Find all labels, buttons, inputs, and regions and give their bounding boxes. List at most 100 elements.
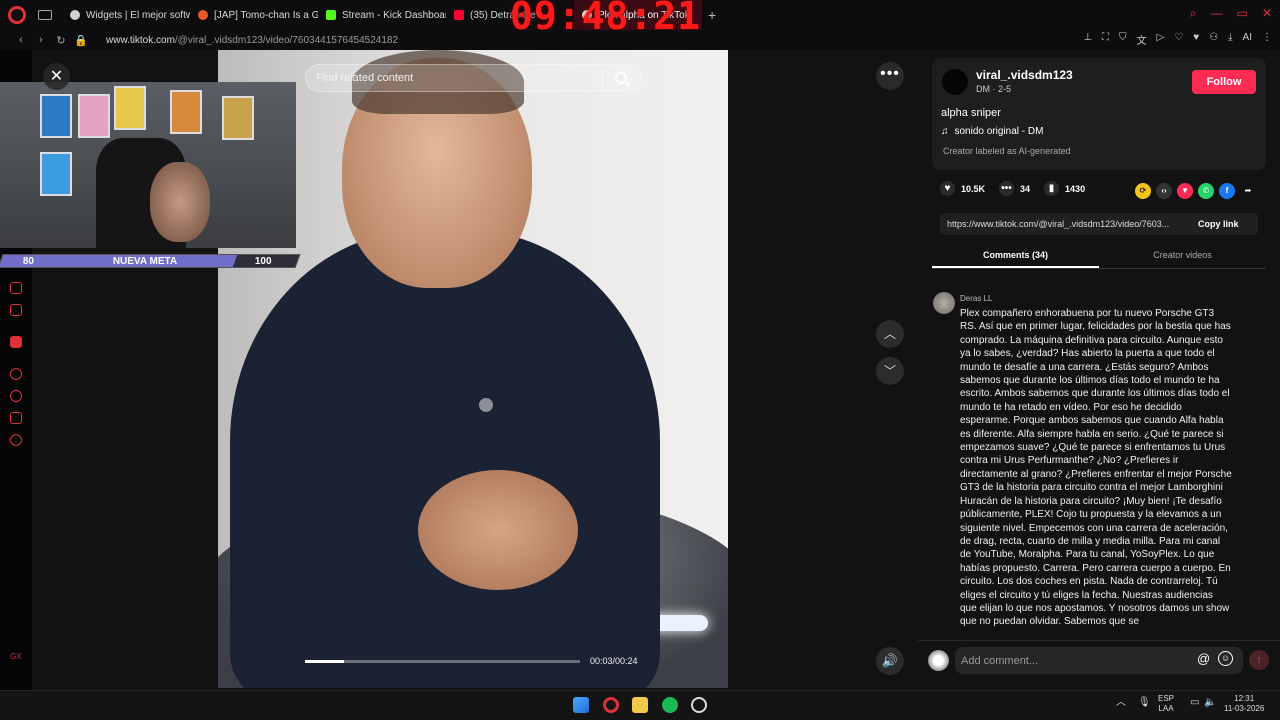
tab-kick[interactable]: Stream - Kick Dashboard: [318, 0, 446, 30]
gx-icon[interactable]: GX: [10, 652, 22, 661]
goal-label: NUEVA META: [113, 255, 178, 267]
sidebar-settings-icon[interactable]: [10, 434, 22, 446]
search-icon[interactable]: [615, 72, 627, 84]
video-progress-fill: [305, 660, 344, 663]
address-bar-icons: ⊥ ⛶ ⛉ 文 ▷ ♡ ♥ ⚇ ⤓ AI ⋮: [1083, 32, 1272, 47]
url-host: www.tiktok.com: [106, 34, 175, 46]
url-field[interactable]: www.tiktok.com/@viral_.vidsdm123/video/7…: [106, 35, 398, 46]
repost-icon[interactable]: ⟳: [1135, 183, 1151, 199]
forward-icon[interactable]: ›: [32, 34, 50, 46]
like-count: 10.5K: [961, 183, 986, 194]
comment-bubble-icon: •••: [999, 181, 1015, 196]
download-icon[interactable]: ⤓: [1228, 32, 1232, 47]
tab-anime[interactable]: [JAP] Tomo-chan Is a Girl: [190, 0, 318, 30]
back-icon[interactable]: ‹: [12, 34, 30, 46]
creator-subtitle: DM · 2-5: [976, 84, 1012, 94]
sound-link[interactable]: ♫ sonido original - DM: [941, 126, 1043, 137]
window-controls: ⌕ — ▭ ✕: [1190, 6, 1272, 21]
creator-username[interactable]: viral_.vidsdm123: [976, 68, 1073, 82]
mention-icon[interactable]: @: [1197, 651, 1210, 666]
creator-avatar[interactable]: [942, 69, 968, 95]
tab-comments[interactable]: Comments (34): [932, 245, 1099, 268]
tab-widgets[interactable]: Widgets | El mejor software: [62, 0, 190, 30]
close-icon[interactable]: ✕: [43, 63, 70, 90]
hoodie-button-shape: [479, 398, 493, 412]
language-indicator[interactable]: ESP LAA: [1158, 694, 1174, 714]
opera-gx-taskbar-icon[interactable]: [603, 697, 619, 713]
speaker-icon[interactable]: 🔈: [1204, 698, 1216, 708]
sidebar-messenger-icon[interactable]: [10, 282, 22, 294]
next-video-icon[interactable]: ﹀: [876, 357, 904, 385]
minimize-icon[interactable]: —: [1211, 6, 1223, 21]
microphone-icon[interactable]: 🎙: [1138, 698, 1151, 708]
search-input[interactable]: [316, 72, 596, 84]
share-link[interactable]: https://www.tiktok.com/@viral_.vidsdm123…: [947, 219, 1192, 229]
opera-logo-icon[interactable]: [8, 6, 26, 24]
goal-end: 100: [255, 255, 272, 267]
embed-icon[interactable]: ‹›: [1156, 183, 1172, 199]
windows-start-icon[interactable]: [573, 697, 589, 713]
comment-avatar[interactable]: [933, 292, 955, 314]
pin-icon[interactable]: ⊥: [1083, 32, 1092, 47]
steam-icon[interactable]: [691, 697, 707, 713]
snapshot-icon[interactable]: ⛶: [1102, 32, 1109, 47]
video-progress-bar[interactable]: [305, 660, 580, 663]
tab-label: [JAP] Tomo-chan Is a Girl: [214, 9, 318, 21]
comment-author[interactable]: Deras LL: [960, 294, 992, 303]
whatsapp-icon[interactable]: ✆: [1198, 183, 1214, 199]
facebook-icon[interactable]: f: [1219, 183, 1235, 199]
tab-label: Widgets | El mejor software: [86, 9, 190, 21]
poster-shape: [222, 96, 254, 140]
sidebar-instagram-icon[interactable]: [10, 304, 22, 316]
spotify-icon[interactable]: [662, 697, 678, 713]
emoji-icon[interactable]: ☺: [1218, 651, 1233, 666]
heart-icon[interactable]: ♡: [1174, 32, 1183, 47]
play-icon[interactable]: ▷: [1157, 32, 1165, 47]
network-icon[interactable]: ▭: [1190, 698, 1199, 708]
video-search-box[interactable]: [305, 64, 642, 92]
poster-shape: [40, 152, 72, 196]
copy-link-button[interactable]: Copy link: [1198, 219, 1239, 229]
kick-favicon-icon: [326, 10, 336, 20]
send-icon[interactable]: ▼: [1177, 183, 1193, 199]
workspaces-icon[interactable]: [38, 10, 52, 20]
share-more-icon[interactable]: ➦: [1240, 183, 1256, 199]
file-explorer-icon[interactable]: [632, 697, 648, 713]
follow-button[interactable]: Follow: [1192, 70, 1256, 94]
sidebar-twitch-icon[interactable]: [10, 336, 22, 348]
my-avatar: [928, 650, 949, 671]
close-window-icon[interactable]: ✕: [1262, 6, 1272, 21]
reload-icon[interactable]: ↻: [52, 34, 70, 47]
streamer-shape: [150, 162, 210, 242]
sidebar-history-icon[interactable]: [10, 390, 22, 402]
more-options-icon[interactable]: •••: [876, 62, 904, 90]
profile-icon[interactable]: ⚇: [1209, 32, 1218, 47]
video-description: alpha sniper: [941, 107, 1001, 119]
sidebar-player-icon[interactable]: [10, 368, 22, 380]
maximize-icon[interactable]: ▭: [1237, 6, 1248, 21]
save-action[interactable]: ▮ 1430: [1044, 181, 1085, 196]
new-tab-icon[interactable]: +: [708, 7, 716, 23]
system-clock[interactable]: 12:31 11-03-2026: [1224, 694, 1264, 714]
like-action[interactable]: ♥ 10.5K: [940, 181, 985, 196]
shield-icon[interactable]: ⛉: [1119, 32, 1127, 47]
browser-tab-bar: Widgets | El mejor software [JAP] Tomo-c…: [0, 0, 1280, 38]
tray-arrow-icon[interactable]: ︿: [1116, 698, 1126, 708]
menu-icon[interactable]: ⋮: [1262, 32, 1272, 47]
ai-icon[interactable]: AI: [1243, 32, 1252, 47]
previous-video-icon[interactable]: ︿: [876, 320, 904, 348]
clock-date: 11-03-2026: [1224, 704, 1265, 713]
tab-creator-videos[interactable]: Creator videos: [1099, 245, 1266, 268]
sidebar-extensions-icon[interactable]: [10, 412, 22, 424]
share-link-box: https://www.tiktok.com/@viral_.vidsdm123…: [940, 213, 1258, 235]
share-buttons: ⟳ ‹› ▼ ✆ f ➦: [1135, 183, 1256, 199]
engagement-actions: ♥ 10.5K ••• 34 ▮ 1430: [940, 181, 1099, 196]
bookmark-icon[interactable]: ♥: [1193, 32, 1199, 47]
bookmark-icon: ▮: [1044, 181, 1060, 196]
volume-icon[interactable]: 🔊: [876, 647, 904, 675]
comment-action[interactable]: ••• 34: [999, 181, 1030, 196]
send-comment-icon[interactable]: ↑: [1249, 650, 1269, 670]
translate-icon[interactable]: 文: [1137, 32, 1147, 47]
search-tabs-icon[interactable]: ⌕: [1190, 6, 1197, 21]
lang-top: ESP: [1158, 694, 1175, 703]
